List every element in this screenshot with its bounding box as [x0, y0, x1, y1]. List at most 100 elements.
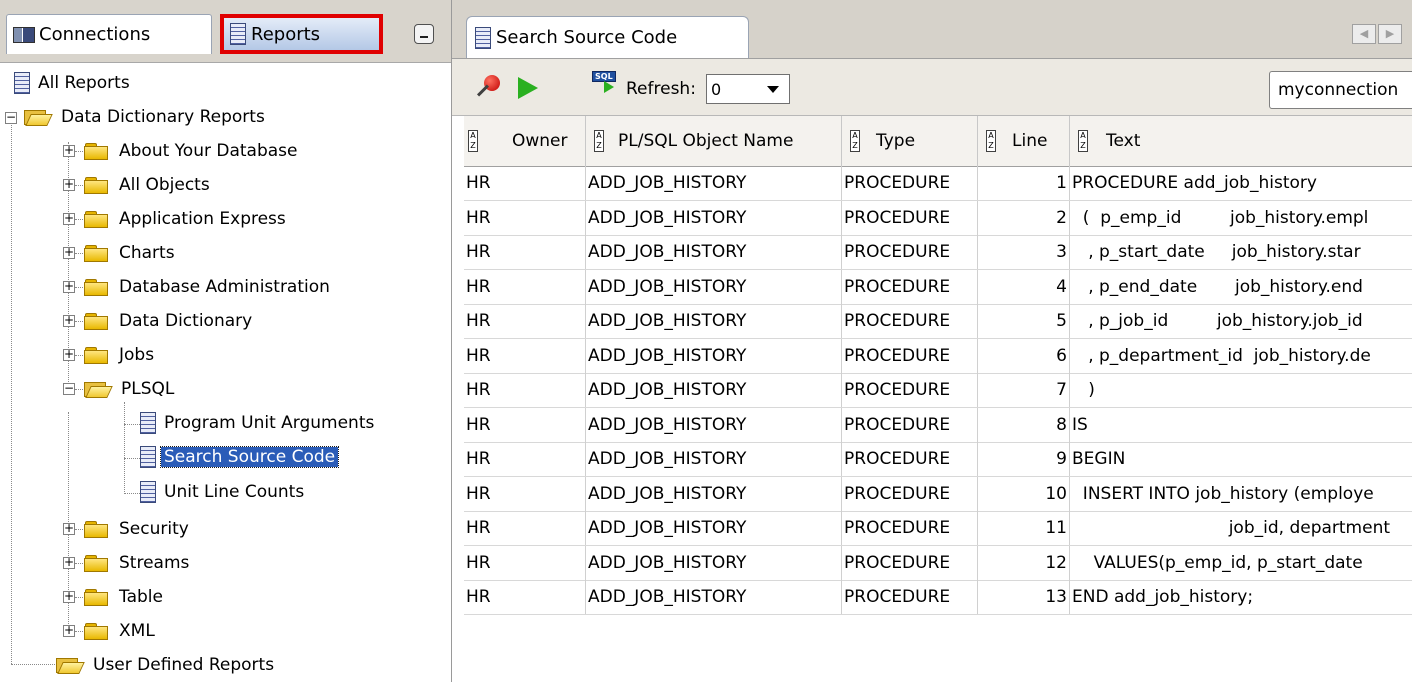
tree-report-item[interactable]: Program Unit Arguments — [140, 408, 377, 438]
tree-all-reports[interactable]: All Reports — [14, 68, 133, 98]
tree-folder[interactable]: Streams — [84, 548, 192, 578]
table-row[interactable]: HR ADD_JOB_HISTORY PROCEDURE 2 ( p_emp_id j… — [464, 200, 1412, 236]
report-doc-icon — [475, 26, 491, 49]
tree-folder[interactable]: All Objects — [84, 170, 213, 200]
table-row[interactable]: HR ADD_JOB_HISTORY PROCEDURE 12 VALUES(p_em… — [464, 545, 1412, 581]
expand-icon[interactable]: + — [63, 556, 75, 569]
table-row[interactable]: HR ADD_JOB_HISTORY PROCEDURE 4 , p_end_date… — [464, 269, 1412, 305]
refresh-interval-select[interactable]: 0 — [706, 74, 790, 104]
cell-object-name: ADD_JOB_HISTORY — [586, 166, 842, 200]
tree-folder[interactable]: Security — [84, 514, 192, 544]
table-row[interactable]: HR ADD_JOB_HISTORY PROCEDURE 3 , p_start_da… — [464, 235, 1412, 270]
minimize-icon[interactable] — [414, 24, 434, 44]
tree-label: Application Express — [119, 209, 286, 229]
folder-icon — [84, 313, 108, 330]
tree-label: Search Source Code — [159, 446, 340, 468]
tree-plsql[interactable]: PLSQL — [84, 374, 177, 404]
tab-left-arrow-icon[interactable]: ◀ — [1352, 24, 1376, 44]
sort-icon: A Z — [850, 130, 860, 152]
cell-type: PROCEDURE — [842, 166, 978, 200]
tab-navigation: ◀ ▶ — [1352, 24, 1412, 46]
tab-right-arrow-icon[interactable]: ▶ — [1378, 24, 1402, 44]
cell-text: VALUES(p_emp_id, p_start_date — [1072, 552, 1363, 573]
tree-label: User Defined Reports — [93, 655, 275, 675]
table-row[interactable]: HR ADD_JOB_HISTORY PROCEDURE 1 PROCEDURE add… — [464, 166, 1412, 201]
tree-label: PLSQL — [121, 379, 175, 399]
column-type[interactable]: A Z Type — [842, 116, 978, 166]
expand-icon[interactable]: + — [63, 178, 75, 191]
tree-folder[interactable]: About Your Database — [84, 136, 300, 166]
tree-folder[interactable]: Charts — [84, 238, 178, 268]
tab-connections[interactable]: Connections — [6, 14, 212, 54]
table-row[interactable]: HR ADD_JOB_HISTORY PROCEDURE 11 job_id, dep… — [464, 511, 1412, 546]
column-label: PL/SQL Object Name — [618, 131, 794, 151]
cell-text: ( p_emp_id job_history.empl — [1072, 207, 1369, 228]
folder-icon — [84, 623, 108, 640]
connection-select[interactable]: myconnection — [1269, 71, 1412, 109]
table-row[interactable]: HR ADD_JOB_HISTORY PROCEDURE 5 , p_job_id j… — [464, 304, 1412, 339]
collapse-icon[interactable]: − — [5, 111, 17, 124]
tree-folder[interactable]: Database Administration — [84, 272, 333, 302]
cell-line: 13 — [978, 580, 1070, 614]
refresh-label: Refresh: — [626, 79, 696, 99]
tab-search-source-code[interactable]: Search Source Code — [466, 16, 749, 58]
table-row[interactable]: HR ADD_JOB_HISTORY PROCEDURE 7 ) — [464, 373, 1412, 408]
cell-text: , p_job_id job_history.job_id — [1072, 311, 1363, 331]
expand-icon[interactable]: + — [63, 624, 75, 637]
tree-data-dictionary-reports[interactable]: Data Dictionary Reports — [24, 102, 268, 132]
cell-object-name: ADD_JOB_HISTORY — [586, 200, 842, 235]
expand-icon[interactable]: + — [63, 280, 75, 293]
expand-icon[interactable]: + — [63, 522, 75, 535]
column-text[interactable]: A Z Text — [1070, 116, 1412, 166]
cell-owner: HR — [464, 476, 586, 511]
tree-folder[interactable]: XML — [84, 616, 158, 646]
column-owner[interactable]: A Z Owner — [464, 116, 586, 166]
reports-icon — [230, 23, 246, 45]
cell-text: IS — [1072, 414, 1088, 435]
cell-line: 12 — [978, 545, 1070, 580]
table-row[interactable]: HR ADD_JOB_HISTORY PROCEDURE 13 END add_job_… — [464, 580, 1412, 615]
folder-icon — [84, 143, 108, 160]
table-row[interactable]: HR ADD_JOB_HISTORY PROCEDURE 8 IS — [464, 407, 1412, 443]
expand-icon[interactable]: + — [63, 314, 75, 327]
cell-owner: HR — [464, 235, 586, 269]
tree-folder[interactable]: Application Express — [84, 204, 289, 234]
cell-object-name: ADD_JOB_HISTORY — [586, 235, 842, 269]
tree-user-defined-reports[interactable]: User Defined Reports — [56, 650, 277, 680]
cell-owner: HR — [464, 200, 586, 235]
pin-icon[interactable] — [474, 75, 504, 103]
table-row[interactable]: HR ADD_JOB_HISTORY PROCEDURE 10 INSERT INTO… — [464, 476, 1412, 512]
column-label: Type — [876, 131, 916, 151]
cell-line: 6 — [978, 338, 1070, 373]
column-line[interactable]: A Z Line — [978, 116, 1070, 166]
tree-label: Program Unit Arguments — [164, 413, 375, 433]
run-icon[interactable] — [518, 77, 538, 99]
navigator-tabs: Connections Reports — [0, 0, 451, 63]
expand-icon[interactable]: + — [63, 212, 75, 225]
tree-folder[interactable]: Jobs — [84, 340, 157, 370]
expand-icon[interactable]: + — [63, 144, 75, 157]
expand-icon[interactable]: + — [63, 348, 75, 361]
expand-icon[interactable]: + — [63, 590, 75, 603]
folder-icon — [84, 211, 108, 228]
table-row[interactable]: HR ADD_JOB_HISTORY PROCEDURE 9 BEGIN — [464, 442, 1412, 477]
sort-icon: A Z — [468, 130, 478, 152]
tree-label: All Objects — [119, 175, 210, 195]
report-doc-icon — [140, 412, 156, 434]
cell-text: job_id, department — [1072, 518, 1391, 538]
tree-report-item[interactable]: Unit Line Counts — [140, 477, 307, 507]
column-object-name[interactable]: A Z PL/SQL Object Name — [586, 116, 842, 166]
tree-report-item-selected[interactable]: Search Source Code — [140, 442, 340, 472]
report-doc-icon — [140, 481, 156, 503]
tab-reports[interactable]: Reports — [220, 14, 383, 54]
tree-folder[interactable]: Data Dictionary — [84, 306, 255, 336]
cell-text: BEGIN — [1072, 449, 1126, 469]
navigator-panel: Connections Reports All Reports − Data D… — [0, 0, 452, 682]
cell-type: PROCEDURE — [842, 545, 978, 580]
table-row[interactable]: HR ADD_JOB_HISTORY PROCEDURE 6 , p_departme… — [464, 338, 1412, 374]
tree-folder[interactable]: Table — [84, 582, 166, 612]
sql-refresh-icon[interactable] — [592, 71, 616, 93]
cell-owner: HR — [464, 304, 586, 338]
expand-icon[interactable]: + — [63, 246, 75, 259]
collapse-icon[interactable]: − — [63, 382, 75, 395]
